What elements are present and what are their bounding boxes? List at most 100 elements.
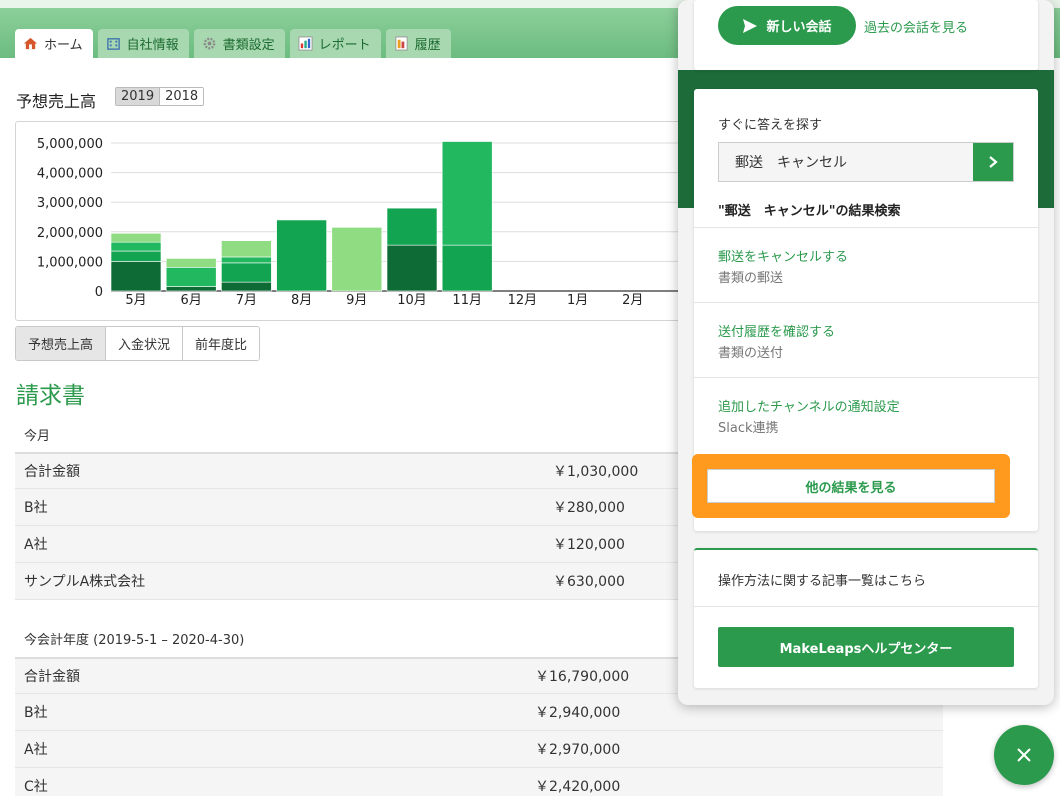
view-yoy-button[interactable]: 前年度比 xyxy=(183,327,260,360)
row-amount: ￥2,940,000 xyxy=(535,705,621,721)
year-2019-button[interactable]: 2019 xyxy=(116,88,161,105)
more-results-button[interactable]: 他の結果を見る xyxy=(707,469,995,503)
view-forecast-button[interactable]: 予想売上高 xyxy=(16,327,107,360)
row-amount: ￥16,790,000 xyxy=(535,669,630,685)
search-box xyxy=(718,142,1014,182)
row-amount: ￥1,030,000 xyxy=(553,464,639,480)
row-name: C社 xyxy=(24,779,48,795)
x-tick-label: 1月 xyxy=(567,293,588,308)
row-amount: ￥120,000 xyxy=(553,537,625,553)
x-tick-label: 12月 xyxy=(508,293,538,308)
bar-segment[interactable] xyxy=(110,250,162,262)
bar-segment[interactable] xyxy=(386,207,438,246)
bar-segment[interactable] xyxy=(165,286,217,292)
help-center-card: 操作方法に関する記事一覧はこちら MakeLeapsヘルプセンター xyxy=(694,548,1038,688)
tab-company-info[interactable]: 自社情報 xyxy=(97,29,189,58)
row-name: サンプルA株式会社 xyxy=(24,574,146,590)
y-tick-label: 1,000,000 xyxy=(37,255,103,270)
help-center-button[interactable]: MakeLeapsヘルプセンター xyxy=(718,627,1014,667)
x-tick-label: 10月 xyxy=(397,293,427,308)
home-icon xyxy=(23,37,38,50)
row-name: B社 xyxy=(24,705,48,721)
bar-segment[interactable] xyxy=(386,244,438,292)
search-result-item[interactable]: 送付履歴を確認する 書類の送付 xyxy=(694,302,1038,377)
results-heading: "郵送 キャンセル"の結果検索 xyxy=(718,204,901,219)
row-name: B社 xyxy=(24,500,48,516)
chart-svg: 5,000,000 4,000,000 3,000,000 2,000,000 1,00… xyxy=(37,137,711,308)
year-2018-button[interactable]: 2018 xyxy=(160,88,204,105)
search-result-item[interactable]: 追加したチャンネルの通知設定 Slack連携 xyxy=(694,377,1038,452)
tab-report[interactable]: レポート xyxy=(289,29,381,58)
tab-company-info-label: 自社情報 xyxy=(126,38,179,53)
view-payment-status-button[interactable]: 入金状況 xyxy=(106,327,184,360)
fiscal-year-label: 今会計年度 (2019-5-1 – 2020-4-30) xyxy=(24,633,245,648)
row-name: 合計金額 xyxy=(24,669,80,685)
result-category: Slack連携 xyxy=(718,421,779,436)
result-title[interactable]: 追加したチャンネルの通知設定 xyxy=(718,396,900,415)
x-tick-label: 11月 xyxy=(452,293,482,308)
bar-segment[interactable] xyxy=(441,141,493,246)
bar-segment[interactable] xyxy=(110,261,162,292)
tab-home-label: ホーム xyxy=(44,38,83,53)
close-icon xyxy=(1017,748,1031,762)
chevron-right-icon xyxy=(989,156,998,168)
help-widget-panel: 新しい会話 過去の会話を見る すぐに答えを探す "郵送 キャンセル"の結果検索 … xyxy=(678,0,1054,705)
bar-segment[interactable] xyxy=(165,258,217,268)
sales-forecast-chart: 5,000,000 4,000,000 3,000,000 2,000,000 1,00… xyxy=(15,121,715,321)
bar-segment[interactable] xyxy=(276,219,327,292)
table-row: A社 ￥2,970,000 xyxy=(15,731,943,768)
row-name: A社 xyxy=(24,742,48,758)
close-widget-button[interactable] xyxy=(994,725,1054,785)
x-tick-label: 6月 xyxy=(181,293,202,308)
result-category: 書類の送付 xyxy=(718,346,784,361)
bar-segment[interactable] xyxy=(221,256,272,264)
result-title[interactable]: 郵送をキャンセルする xyxy=(718,246,848,265)
new-conversation-button[interactable]: 新しい会話 xyxy=(718,6,856,45)
result-title[interactable]: 送付履歴を確認する xyxy=(718,321,835,340)
bar-segment[interactable] xyxy=(165,267,217,287)
table-row: C社 ￥2,420,000 xyxy=(15,768,943,796)
row-name: A社 xyxy=(24,537,48,553)
help-articles-title: 操作方法に関する記事一覧はこちら xyxy=(718,574,927,589)
tab-history[interactable]: 履歴 xyxy=(385,29,451,58)
bar-segment[interactable] xyxy=(110,241,162,252)
row-amount: ￥2,970,000 xyxy=(535,742,621,758)
search-heading: すぐに答えを探す xyxy=(718,118,823,133)
new-conversation-label: 新しい会話 xyxy=(766,20,832,35)
bar-segment[interactable] xyxy=(221,240,272,258)
bar-segment[interactable] xyxy=(221,281,272,292)
nav-tabs: ホーム 自社情報 書類設定 レポート 履歴 xyxy=(15,29,451,58)
search-submit-button[interactable] xyxy=(973,143,1013,181)
x-tick-label: 2月 xyxy=(622,293,643,308)
report-icon xyxy=(298,36,313,51)
tab-report-label: レポート xyxy=(318,38,371,53)
x-tick-label: 8月 xyxy=(291,293,312,308)
divider xyxy=(694,606,1038,607)
chart-view-toggle: 予想売上高 入金状況 前年度比 xyxy=(15,326,261,361)
history-icon xyxy=(395,36,408,51)
y-tick-label: 2,000,000 xyxy=(37,226,103,241)
more-results-highlight: 他の結果を見る xyxy=(692,454,1010,518)
search-result-item[interactable]: 郵送をキャンセルする 書類の郵送 xyxy=(694,227,1038,302)
tab-home[interactable]: ホーム xyxy=(15,29,93,58)
x-tick-label: 5月 xyxy=(125,293,146,308)
tab-document-settings-label: 書類設定 xyxy=(222,38,275,53)
y-tick-label: 0 xyxy=(95,285,103,300)
bar-segment[interactable] xyxy=(331,227,383,292)
x-tick-label: 9月 xyxy=(346,293,367,308)
result-category: 書類の郵送 xyxy=(718,271,784,286)
year-toggle: 2019 2018 xyxy=(115,87,205,106)
y-tick-label: 4,000,000 xyxy=(37,167,103,182)
y-tick-label: 3,000,000 xyxy=(37,196,103,211)
row-amount: ￥2,420,000 xyxy=(535,779,621,795)
row-amount: ￥630,000 xyxy=(553,574,625,590)
row-amount: ￥280,000 xyxy=(553,500,625,516)
bar-segment[interactable] xyxy=(221,262,272,283)
search-input[interactable] xyxy=(719,143,974,181)
past-conversations-link[interactable]: 過去の会話を見る xyxy=(864,17,968,36)
gear-icon xyxy=(203,37,215,50)
y-tick-label: 5,000,000 xyxy=(37,137,103,152)
tab-document-settings[interactable]: 書類設定 xyxy=(193,29,285,58)
bar-segment[interactable] xyxy=(110,232,162,243)
bar-segment[interactable] xyxy=(441,244,493,292)
